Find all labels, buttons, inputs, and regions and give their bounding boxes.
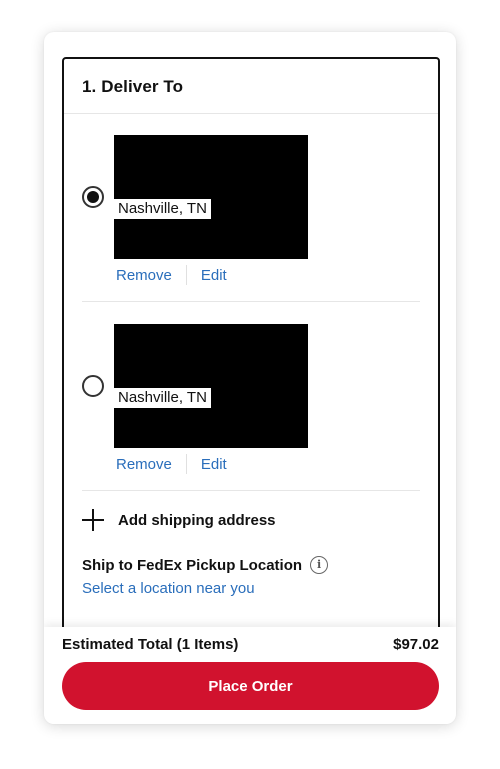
- deliver-to-card: 1. Deliver To Nashville, TN Remove Edit …: [62, 57, 440, 701]
- section-title: 1. Deliver To: [82, 77, 184, 96]
- redacted-address-1: Nashville, TN: [114, 135, 308, 259]
- select-location-link[interactable]: Select a location near you: [82, 580, 255, 597]
- place-order-button[interactable]: Place Order: [62, 662, 439, 710]
- edit-address-1-link[interactable]: Edit: [187, 267, 227, 284]
- order-footer: Estimated Total (1 Items) $97.02 Place O…: [44, 627, 456, 724]
- estimated-total-value: $97.02: [393, 636, 439, 653]
- info-icon[interactable]: i: [310, 556, 329, 574]
- fedex-pickup-title-text: Ship to FedEx Pickup Location: [82, 556, 303, 574]
- remove-address-1-link[interactable]: Remove: [116, 267, 186, 284]
- add-shipping-address-label: Add shipping address: [118, 511, 276, 529]
- title-divider: [64, 113, 438, 114]
- fedex-pickup-title: Ship to FedEx Pickup Location i: [82, 556, 329, 574]
- address-option-1[interactable]: Nashville, TN Remove Edit: [82, 135, 420, 295]
- add-shipping-address-button[interactable]: Add shipping address: [82, 509, 276, 531]
- remove-address-2-link[interactable]: Remove: [116, 456, 186, 473]
- estimated-total-label: Estimated Total (1 Items): [62, 636, 239, 653]
- plus-icon: [82, 509, 104, 531]
- address-divider: [82, 301, 420, 302]
- address-city-1: Nashville, TN: [114, 199, 211, 219]
- address-divider: [82, 490, 420, 491]
- address-option-2[interactable]: Nashville, TN Remove Edit: [82, 324, 420, 484]
- address-city-2: Nashville, TN: [114, 388, 211, 408]
- redacted-address-2: Nashville, TN: [114, 324, 308, 448]
- checkout-modal: 1. Deliver To Nashville, TN Remove Edit …: [44, 32, 456, 724]
- address-actions-2: Remove Edit: [116, 454, 227, 474]
- address-radio-2[interactable]: [82, 375, 104, 397]
- address-actions-1: Remove Edit: [116, 265, 227, 285]
- address-radio-1-selected[interactable]: [82, 186, 104, 208]
- edit-address-2-link[interactable]: Edit: [187, 456, 227, 473]
